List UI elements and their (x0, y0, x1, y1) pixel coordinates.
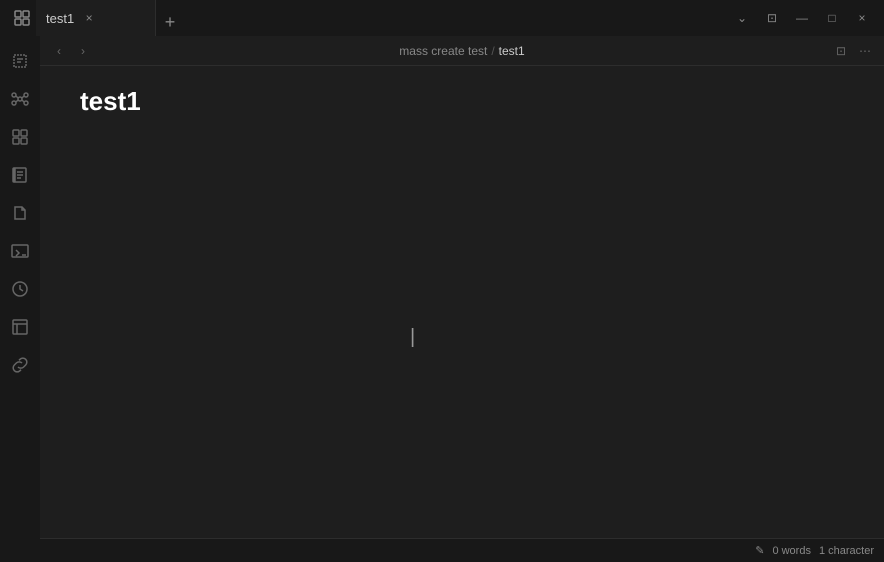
plugins-icon[interactable] (3, 120, 37, 154)
terminal-icon[interactable] (3, 234, 37, 268)
breadcrumb-text: mass create test / test1 (399, 44, 524, 58)
breadcrumb-separator: / (491, 44, 494, 58)
editor-content[interactable]: test1 | (40, 66, 884, 538)
link-icon[interactable] (3, 348, 37, 382)
new-tab-button[interactable]: + (156, 8, 184, 36)
breadcrumb-current: test1 (499, 44, 525, 58)
sidebar (0, 36, 40, 562)
character-count: 1 character (819, 545, 874, 557)
pages-icon[interactable] (3, 44, 37, 78)
status-bar-right: ✎ 0 words 1 character (755, 544, 874, 557)
nav-forward-button[interactable]: › (72, 40, 94, 62)
tab-close-button[interactable]: × (80, 9, 98, 27)
breadcrumb-bar: ‹ › mass create test / test1 ⊡ ⋯ (40, 36, 884, 66)
graph-icon[interactable] (3, 82, 37, 116)
read-mode-button[interactable]: ⊡ (830, 40, 852, 62)
note-title: test1 (80, 86, 844, 117)
edit-icon: ✎ (755, 544, 764, 557)
nav-back-button[interactable]: ‹ (48, 40, 70, 62)
main-area: ‹ › mass create test / test1 ⊡ ⋯ test1 |… (0, 36, 884, 562)
tab-test1[interactable]: test1 × (36, 0, 156, 36)
breadcrumb-actions: ⊡ ⋯ (830, 40, 876, 62)
title-bar: test1 × + ⌄ ⊡ — □ × (0, 0, 884, 36)
clock-icon[interactable] (3, 272, 37, 306)
word-count: 0 words (772, 545, 811, 557)
breadcrumb-parent[interactable]: mass create test (399, 44, 487, 58)
template-icon[interactable] (3, 310, 37, 344)
minimize-button[interactable]: — (788, 4, 816, 32)
cursor-indicator: | (410, 326, 415, 349)
documents-icon[interactable] (3, 196, 37, 230)
maximize-button[interactable]: □ (818, 4, 846, 32)
close-button[interactable]: × (848, 4, 876, 32)
layout-button[interactable]: ⊡ (758, 4, 786, 32)
app-icon (8, 4, 36, 32)
tabs-area: test1 × + (36, 0, 728, 36)
editor-area: ‹ › mass create test / test1 ⊡ ⋯ test1 |… (40, 36, 884, 562)
more-options-button[interactable]: ⋯ (854, 40, 876, 62)
breadcrumb-nav: ‹ › (48, 40, 94, 62)
tab-label: test1 (46, 11, 74, 26)
dropdown-button[interactable]: ⌄ (728, 4, 756, 32)
journal-icon[interactable] (3, 158, 37, 192)
status-bar: ✎ 0 words 1 character (40, 538, 884, 562)
title-bar-right: ⌄ ⊡ — □ × (728, 4, 884, 32)
title-bar-left (0, 4, 36, 32)
